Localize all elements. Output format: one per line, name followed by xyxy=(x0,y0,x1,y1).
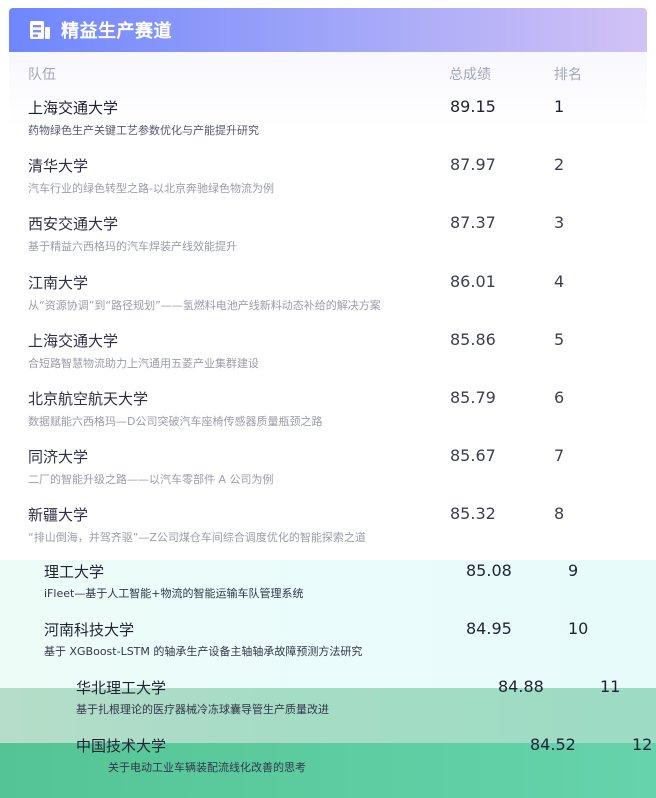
team-name: 中国技术大学 xyxy=(76,737,167,755)
rank-number: 10 xyxy=(568,619,589,638)
project-title: 合短路智慧物流助力上汽通用五菱产业集群建设 xyxy=(28,356,259,370)
rank-number: 1 xyxy=(554,97,565,116)
project-title: “排山倒海，并驾齐驱”—Z公司煤仓车间综合调度优化的智能探索之道 xyxy=(28,531,366,545)
total-score: 89.15 xyxy=(450,97,496,116)
rank-number: 5 xyxy=(554,329,565,349)
table-row[interactable]: 清华大学 汽车行业的绿色转型之路-以北京奔驰绿色物流为例 87.97 2 xyxy=(9,148,647,206)
project-title: 基于 XGBoost-LSTM 的轴承生产设备主轴轴承故障预测方法研究 xyxy=(44,645,363,658)
team-name: 理工大学 xyxy=(44,563,105,581)
team-name: 上海交通大学 xyxy=(28,99,119,117)
total-score: 87.37 xyxy=(450,213,496,233)
table-row[interactable]: 江南大学 从“资源协调”到“路径规划”——氢燃料电池产线新料动态补给的解决方案 … xyxy=(9,265,647,323)
rank-number: 11 xyxy=(600,677,621,696)
column-rank-header: 排名 xyxy=(554,67,582,83)
team-name: 江南大学 xyxy=(28,273,89,292)
rank-number: 12 xyxy=(632,735,653,754)
project-title: 汽车行业的绿色转型之路-以北京奔驰绿色物流为例 xyxy=(28,182,274,196)
ranking-list: 上海交通大学 药物绿色生产关键工艺参数优化与产能提升研究 89.15 1 清华大… xyxy=(9,90,647,556)
team-name: 北京航空航天大学 xyxy=(28,389,149,408)
rank-number: 9 xyxy=(568,561,579,580)
table-row[interactable]: 北京航空航天大学 数据赋能六西格玛—D公司突破汽车座椅传感器质量瓶颈之路 85.… xyxy=(9,381,647,439)
team-name: 西安交通大学 xyxy=(28,215,119,234)
column-score-header: 总成绩 xyxy=(449,67,491,83)
project-title: 基于扎根理论的医疗器械冷冻球囊导管生产质量改进 xyxy=(76,703,329,716)
table-row[interactable]: 河南科技大学 基于 XGBoost-LSTM 的轴承生产设备主轴轴承故障预测方法… xyxy=(44,619,644,675)
total-score: 85.67 xyxy=(450,446,496,466)
track-header: 精益生产赛道 xyxy=(9,8,647,52)
total-score: 84.95 xyxy=(466,619,512,638)
table-row[interactable]: 中国技术大学 关于电动工业车辆装配流线化改善的思考 84.52 12 xyxy=(76,735,654,791)
table-row[interactable]: 同济大学 二厂的智能升级之路——以汽车零部件 A 公司为例 85.67 7 xyxy=(9,439,647,497)
project-title: iFleet—基于人工智能+物流的智能运输车队管理系统 xyxy=(44,587,304,600)
total-score: 87.97 xyxy=(450,155,496,175)
rank-number: 6 xyxy=(554,387,565,407)
table-row[interactable]: 上海交通大学 药物绿色生产关键工艺参数优化与产能提升研究 89.15 1 xyxy=(9,90,647,148)
table-row[interactable]: 西安交通大学 基于精益六西格玛的汽车焊装产线效能提升 87.37 3 xyxy=(9,206,647,264)
total-score: 85.79 xyxy=(450,387,496,407)
table-row[interactable]: 华北理工大学 基于扎根理论的医疗器械冷冻球囊导管生产质量改进 84.88 11 xyxy=(76,677,654,733)
project-title: 从“资源协调”到“路径规划”——氢燃料电池产线新料动态补给的解决方案 xyxy=(28,298,381,312)
track-title: 精益生产赛道 xyxy=(61,21,172,42)
total-score: 85.08 xyxy=(466,561,512,580)
rank-number: 4 xyxy=(554,271,565,291)
rank-number: 3 xyxy=(554,213,565,233)
team-name: 河南科技大学 xyxy=(44,621,135,639)
project-title: 二厂的智能升级之路——以汽车零部件 A 公司为例 xyxy=(28,473,274,487)
document-icon xyxy=(29,19,51,41)
table-header: 队伍 总成绩 排名 xyxy=(9,52,647,90)
column-team-header: 队伍 xyxy=(28,67,56,83)
table-row[interactable]: 新疆大学 “排山倒海，并驾齐驱”—Z公司煤仓车间综合调度优化的智能探索之道 85… xyxy=(9,497,647,555)
team-name: 新疆大学 xyxy=(28,506,89,525)
total-score: 85.32 xyxy=(450,504,496,524)
total-score: 86.01 xyxy=(450,271,496,291)
project-title: 药物绿色生产关键工艺参数优化与产能提升研究 xyxy=(28,124,259,137)
rank-number: 7 xyxy=(554,446,565,466)
total-score: 84.52 xyxy=(530,735,576,754)
project-title: 关于电动工业车辆装配流线化改善的思考 xyxy=(108,761,306,774)
project-title: 基于精益六西格玛的汽车焊装产线效能提升 xyxy=(28,240,237,254)
total-score: 85.86 xyxy=(450,329,496,349)
table-row[interactable]: 上海交通大学 合短路智慧物流助力上汽通用五菱产业集群建设 85.86 5 xyxy=(9,323,647,381)
total-score: 84.88 xyxy=(498,677,544,696)
team-name: 同济大学 xyxy=(28,448,89,467)
team-name: 华北理工大学 xyxy=(76,679,167,697)
rank-number: 2 xyxy=(554,155,565,175)
rank-number: 8 xyxy=(554,504,565,524)
team-name: 清华大学 xyxy=(28,157,89,176)
project-title: 数据赋能六西格玛—D公司突破汽车座椅传感器质量瓶颈之路 xyxy=(28,414,323,428)
team-name: 上海交通大学 xyxy=(28,331,119,350)
table-row[interactable]: 理工大学 iFleet—基于人工智能+物流的智能运输车队管理系统 85.08 9 xyxy=(44,561,644,617)
